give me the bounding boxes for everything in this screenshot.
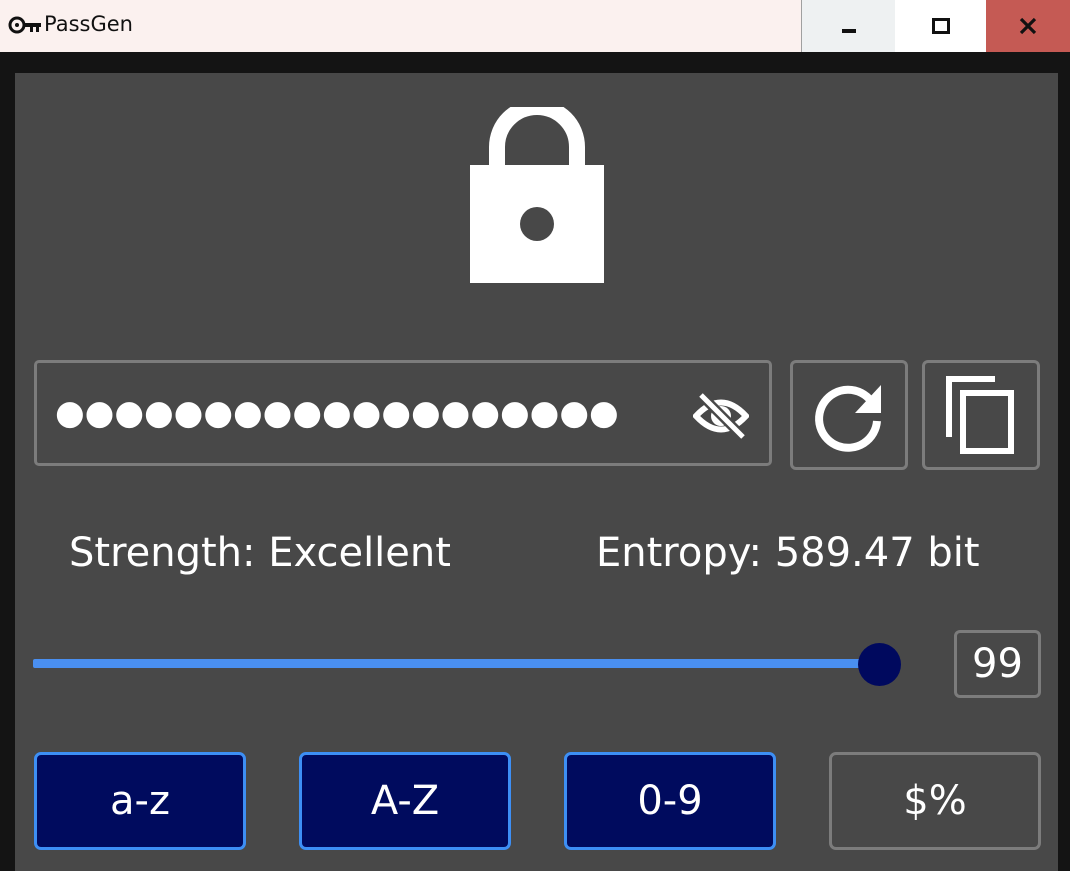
- password-value: ●●●●●●●●●●●●●●●●●●●: [55, 393, 619, 433]
- maximize-icon: [931, 18, 950, 34]
- entropy-label: Entropy: 589.47 bit: [596, 530, 980, 576]
- length-slider-track[interactable]: [33, 659, 879, 668]
- digits-toggle[interactable]: 0-9: [564, 752, 776, 850]
- uppercase-toggle[interactable]: A-Z: [299, 752, 511, 850]
- close-icon: [1019, 17, 1037, 35]
- close-button[interactable]: [986, 0, 1070, 52]
- main-panel: ●●●●●●●●●●●●●●●●●●● Strength: Excellent …: [15, 73, 1058, 871]
- copy-button[interactable]: [922, 360, 1040, 470]
- refresh-icon: [815, 385, 881, 452]
- maximize-button[interactable]: [895, 0, 986, 52]
- eye-off-icon[interactable]: [693, 391, 749, 441]
- minimize-button[interactable]: [801, 0, 896, 52]
- length-value[interactable]: 99: [954, 630, 1041, 698]
- regenerate-button[interactable]: [790, 360, 908, 470]
- lock-icon: [470, 107, 604, 283]
- title-bar: PassGen: [0, 0, 1070, 52]
- window-title: PassGen: [44, 12, 133, 36]
- copy-icon: [946, 376, 1014, 454]
- key-icon: [8, 16, 41, 34]
- minimize-icon: [841, 29, 856, 33]
- length-slider-thumb[interactable]: [858, 643, 901, 686]
- symbols-toggle[interactable]: $%: [829, 752, 1041, 850]
- strength-label: Strength: Excellent: [69, 530, 451, 576]
- lowercase-toggle[interactable]: a-z: [34, 752, 246, 850]
- password-field[interactable]: ●●●●●●●●●●●●●●●●●●●: [34, 360, 772, 466]
